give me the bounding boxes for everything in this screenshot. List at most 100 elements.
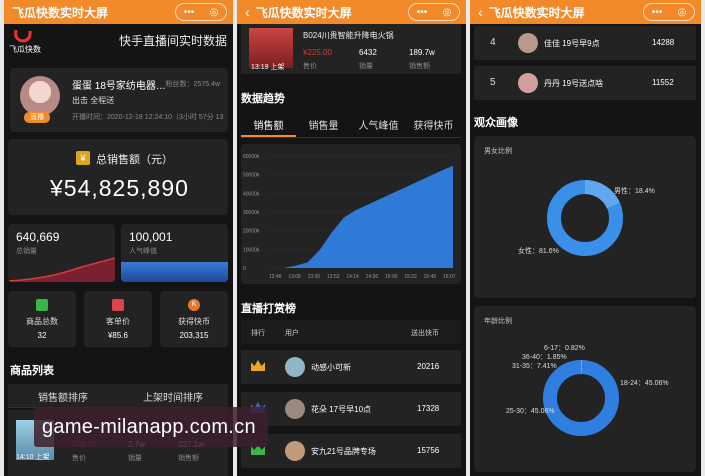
user-avatar bbox=[285, 399, 305, 419]
y-tick-label: 30000k bbox=[243, 210, 260, 216]
y-tick-label: 20000k bbox=[243, 229, 260, 235]
back-icon[interactable]: ‹ bbox=[478, 4, 483, 20]
stat-label: 商品总数 bbox=[26, 317, 58, 326]
start-time: 开播时间：2020-12-18 12:24:10（3小时 57分 13 bbox=[72, 114, 224, 121]
mini-program-capsule[interactable]: ••• ◎ bbox=[175, 3, 227, 21]
price-label: 售价 bbox=[303, 63, 317, 70]
sales-label: 销量 bbox=[128, 455, 142, 462]
logo-icon bbox=[14, 29, 32, 43]
tab-sales-sort[interactable]: 销售额排序 bbox=[8, 384, 118, 407]
stat-coins: K 获得快币 203,315 bbox=[160, 291, 228, 347]
streamer-card[interactable]: 直播 蛋蛋 18号家纺电器… 粉丝数：2575.4w 出击 全程送 开播时间：2… bbox=[10, 68, 228, 132]
user-avatar bbox=[518, 73, 538, 93]
tab-time-sort[interactable]: 上架时间排序 bbox=[118, 384, 228, 407]
close-circle-icon[interactable]: ◎ bbox=[210, 7, 219, 18]
screenshot-root: 飞瓜快数实时大屏 ••• ◎ 飞瓜快数 快手直播间实时数据 直播 蛋蛋 18号家… bbox=[0, 0, 705, 476]
product-name: B024川贵智能升降电火锅 bbox=[303, 31, 394, 40]
y-tick-label: 0 bbox=[243, 266, 246, 272]
top-bar: ‹ 飞瓜快数实时大屏 ••• ◎ bbox=[237, 0, 466, 24]
watermark: game-milanapp.com.cn bbox=[34, 407, 268, 447]
revenue-area-series bbox=[271, 165, 453, 268]
gender-card: 男女比例 男性：18.4% 女性：81.6% bbox=[474, 136, 696, 298]
female-label: 女性：81.6% bbox=[518, 248, 559, 255]
gmv-value: ¥54,825,890 bbox=[50, 175, 189, 201]
back-icon[interactable]: ‹ bbox=[245, 4, 250, 20]
trend-chart: 60000k 50000k 40000k 30000k 20000k 10000k 0 12:… bbox=[243, 154, 456, 280]
tab-revenue[interactable]: 销售额 bbox=[241, 110, 296, 137]
header-user: 用户 bbox=[285, 330, 299, 337]
app-title: 飞瓜快数实时大屏 bbox=[488, 5, 585, 20]
coin-icon: K bbox=[188, 299, 200, 311]
more-icon[interactable]: ••• bbox=[417, 7, 428, 18]
x-tick-label: 14:36 bbox=[366, 274, 379, 280]
page-heading: 快手直播间实时数据 bbox=[118, 34, 227, 48]
user-coins: 15756 bbox=[417, 446, 440, 455]
stat-value: 203,315 bbox=[179, 331, 209, 340]
top-bar: ‹ 飞瓜快数实时大屏 ••• ◎ bbox=[470, 0, 701, 24]
app-title: 飞瓜快数实时大屏 bbox=[12, 5, 109, 20]
x-tick-label: 12:46 bbox=[269, 274, 282, 280]
popularity-bar bbox=[121, 262, 228, 282]
x-tick-label: 13:08 bbox=[288, 274, 301, 280]
more-icon[interactable]: ••• bbox=[652, 7, 663, 18]
ranking-row[interactable]: 花朵 17号早10点 17328 bbox=[241, 392, 461, 426]
more-icon[interactable]: ••• bbox=[184, 7, 195, 18]
live-badge: 直播 bbox=[24, 112, 50, 123]
panel-trend: ‹ 飞瓜快数实时大屏 ••• ◎ 13:19 上架 B024川贵智能升降电火锅 … bbox=[237, 0, 466, 476]
bag-icon bbox=[36, 299, 48, 311]
trend-title: 数据趋势 bbox=[241, 93, 285, 105]
y-tick-label: 50000k bbox=[243, 173, 260, 179]
product-sales: 6432 bbox=[359, 48, 377, 57]
products-title: 商品列表 bbox=[10, 365, 54, 377]
sales-card: 640,669 总销量 bbox=[8, 224, 115, 282]
user-coins: 11552 bbox=[652, 78, 674, 87]
current-product[interactable]: 13:19 上架 B024川贵智能升降电火锅 ¥225.00 6432 189.… bbox=[241, 24, 461, 74]
product-tabs: 销售额排序 上架时间排序 bbox=[8, 384, 228, 408]
sales-label: 销量 bbox=[359, 63, 373, 70]
close-circle-icon[interactable]: ◎ bbox=[678, 7, 687, 18]
popularity-card: 100,001 人气峰值 bbox=[121, 224, 228, 282]
stat-label: 获得快币 bbox=[178, 317, 210, 326]
ranking-row[interactable]: 4 佳佳 19号早9点 14288 bbox=[474, 26, 696, 60]
age-label-2: 31-35：7.41% bbox=[512, 363, 557, 370]
x-tick-label: 14:14 bbox=[346, 274, 359, 280]
ranking-row[interactable]: 5 丹丹 19号送点啥 11552 bbox=[474, 66, 696, 100]
stat-value: ¥85.6 bbox=[107, 331, 129, 340]
app-title: 飞瓜快数实时大屏 bbox=[255, 5, 352, 20]
age-card: 年龄比例 6-17：0.82% 36-40：1.85% 31-35：7.41% … bbox=[474, 306, 696, 472]
header-rank: 排行 bbox=[251, 330, 265, 337]
popularity-value: 100,001 bbox=[129, 230, 173, 244]
revenue-label: 销售额 bbox=[409, 63, 430, 70]
audience-title: 观众画像 bbox=[474, 117, 518, 129]
header-coins: 送出快币 bbox=[411, 330, 439, 337]
user-name: 花朵 17号早10点 bbox=[311, 405, 372, 414]
gender-donut bbox=[547, 180, 623, 256]
fans-count: 粉丝数：2575.4w bbox=[165, 81, 220, 88]
tab-coins[interactable]: 获得快币 bbox=[406, 110, 461, 137]
user-coins: 14288 bbox=[652, 38, 675, 47]
price-label: 售价 bbox=[72, 455, 86, 462]
user-name: 佳佳 19号早9点 bbox=[544, 39, 600, 48]
user-name: 安九21号品牌专场 bbox=[311, 447, 376, 456]
ranking-row[interactable]: 动感小可新 20216 bbox=[241, 350, 461, 384]
mini-program-capsule[interactable]: ••• ◎ bbox=[408, 3, 460, 21]
y-tick-label: 10000k bbox=[243, 247, 260, 253]
streamer-avatar bbox=[20, 76, 60, 116]
mini-program-capsule[interactable]: ••• ◎ bbox=[643, 3, 695, 21]
tab-popularity[interactable]: 人气峰值 bbox=[351, 110, 406, 137]
stat-value: 32 bbox=[37, 331, 47, 340]
male-label: 男性：18.4% bbox=[614, 188, 655, 195]
tag-icon bbox=[112, 299, 124, 311]
age-label-3: 18-24：45.06% bbox=[620, 380, 669, 387]
trend-tabs: 销售额 销售量 人气峰值 获得快币 bbox=[241, 110, 461, 138]
tab-quantity[interactable]: 销售量 bbox=[296, 110, 351, 137]
ranking-row[interactable]: 安九21号品牌专场 15756 bbox=[241, 434, 461, 468]
popularity-label: 人气峰值 bbox=[129, 248, 157, 255]
y-tick-label: 40000k bbox=[243, 191, 260, 197]
ranking-title: 直播打赏榜 bbox=[241, 303, 296, 315]
top-bar: 飞瓜快数实时大屏 ••• ◎ bbox=[4, 0, 233, 24]
close-circle-icon[interactable]: ◎ bbox=[443, 7, 452, 18]
trend-chart-card: 60000k 50000k 40000k 30000k 20000k 10000k 0 12:… bbox=[241, 144, 461, 284]
streamer-tag: 出击 全程送 bbox=[72, 96, 115, 105]
user-avatar bbox=[518, 33, 538, 53]
